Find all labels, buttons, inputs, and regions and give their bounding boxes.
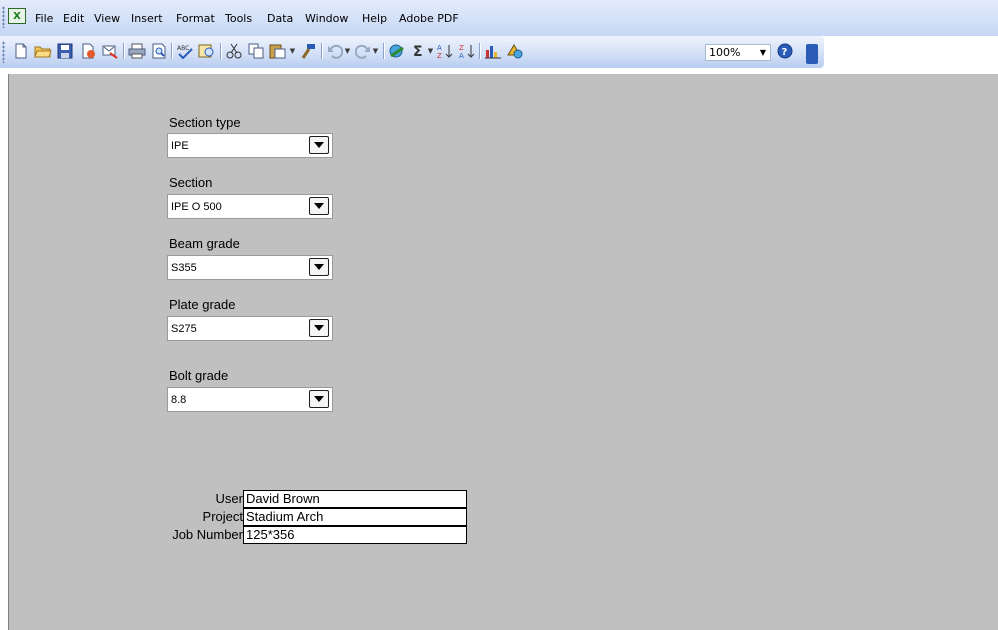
menu-format[interactable]: Format [176,12,215,28]
open-icon[interactable] [34,42,52,60]
chevron-down-icon[interactable] [309,197,329,215]
undo-icon[interactable] [326,42,344,60]
chevron-down-icon[interactable] [309,258,329,276]
print-icon[interactable] [128,42,146,60]
svg-text:Σ: Σ [413,44,423,59]
drawing-icon[interactable] [506,42,524,60]
hyperlink-icon[interactable] [388,42,406,60]
email-icon[interactable] [101,42,119,60]
redo-dropdown-icon[interactable]: ▼ [372,46,379,56]
plate-grade-value: S275 [171,323,197,335]
bolt-grade-combobox[interactable]: 8.8 [167,387,333,412]
zoom-value: 100% [709,46,741,59]
format-painter-icon[interactable] [299,42,317,60]
beam-grade-value: S355 [171,262,197,274]
bolt-grade-label: Bolt grade [169,368,229,383]
project-label: Project [202,509,243,524]
sort-descending-icon[interactable]: ZA [458,42,476,60]
svg-text:Z: Z [437,52,442,59]
job-number-label: Job Number [172,527,243,542]
chart-wizard-icon[interactable] [484,42,502,60]
project-cell[interactable]: Stadium Arch [243,508,467,526]
menu-data[interactable]: Data [267,12,293,28]
help-icon[interactable]: ? [776,42,794,60]
permission-icon[interactable] [79,42,97,60]
sort-ascending-icon[interactable]: AZ [436,42,454,60]
redo-icon[interactable] [354,42,372,60]
print-preview-icon[interactable] [150,42,168,60]
user-label: User [215,491,243,506]
svg-text:?: ? [782,47,788,58]
job-number-cell[interactable]: 125*356 [243,526,467,544]
menu-insert[interactable]: Insert [131,12,163,28]
svg-text:A: A [437,44,442,52]
paste-icon[interactable] [269,42,287,60]
plate-grade-combobox[interactable]: S275 [167,316,333,341]
zoom-dropdown-icon[interactable]: ▼ [756,45,770,60]
spelling-icon[interactable]: ABC [176,42,194,60]
research-icon[interactable] [198,42,216,60]
menu-window[interactable]: Window [305,12,348,28]
menu-grip[interactable] [2,6,5,28]
new-icon[interactable] [12,42,30,60]
menu-bar: X File Edit View Insert Format Tools Dat… [0,0,998,36]
save-icon[interactable] [56,42,74,60]
user-cell[interactable]: David Brown [243,490,467,508]
copy-icon[interactable] [247,42,265,60]
menu-edit[interactable]: Edit [63,12,84,28]
paste-dropdown-icon[interactable]: ▼ [289,46,296,56]
autosum-icon[interactable]: Σ [410,42,428,60]
worksheet-area: Section type IPE Section IPE O 500 Beam … [8,74,998,630]
beam-grade-label: Beam grade [169,236,240,251]
svg-text:Z: Z [459,44,464,52]
toolbar-options-icon[interactable] [806,44,818,64]
zoom-combobox[interactable]: 100% ▼ [705,44,771,61]
section-type-combobox[interactable]: IPE [167,133,333,158]
section-combobox[interactable]: IPE O 500 [167,194,333,219]
autosum-dropdown-icon[interactable]: ▼ [427,46,434,56]
excel-app-icon[interactable]: X [8,8,26,24]
menu-tools[interactable]: Tools [225,12,252,28]
section-value: IPE O 500 [171,201,222,213]
plate-grade-label: Plate grade [169,297,236,312]
menu-adobe-pdf[interactable]: Adobe PDF [399,12,459,28]
beam-grade-combobox[interactable]: S355 [167,255,333,280]
svg-text:A: A [459,52,464,59]
bolt-grade-value: 8.8 [171,394,187,406]
chevron-down-icon[interactable] [309,319,329,337]
section-type-value: IPE [171,140,189,152]
menu-help[interactable]: Help [362,12,387,28]
chevron-down-icon[interactable] [309,136,329,154]
section-label: Section [169,175,213,190]
standard-toolbar: ABC ▼ ▼ ▼ Σ ▼ AZ ZA 100% ▼ ? [0,36,824,68]
cut-icon[interactable] [225,42,243,60]
undo-dropdown-icon[interactable]: ▼ [344,46,351,56]
menu-view[interactable]: View [94,12,120,28]
menu-file[interactable]: File [35,12,53,28]
toolbar-grip[interactable] [2,41,5,63]
section-type-label: Section type [169,115,241,130]
chevron-down-icon[interactable] [309,390,329,408]
svg-text:ABC: ABC [177,45,189,52]
